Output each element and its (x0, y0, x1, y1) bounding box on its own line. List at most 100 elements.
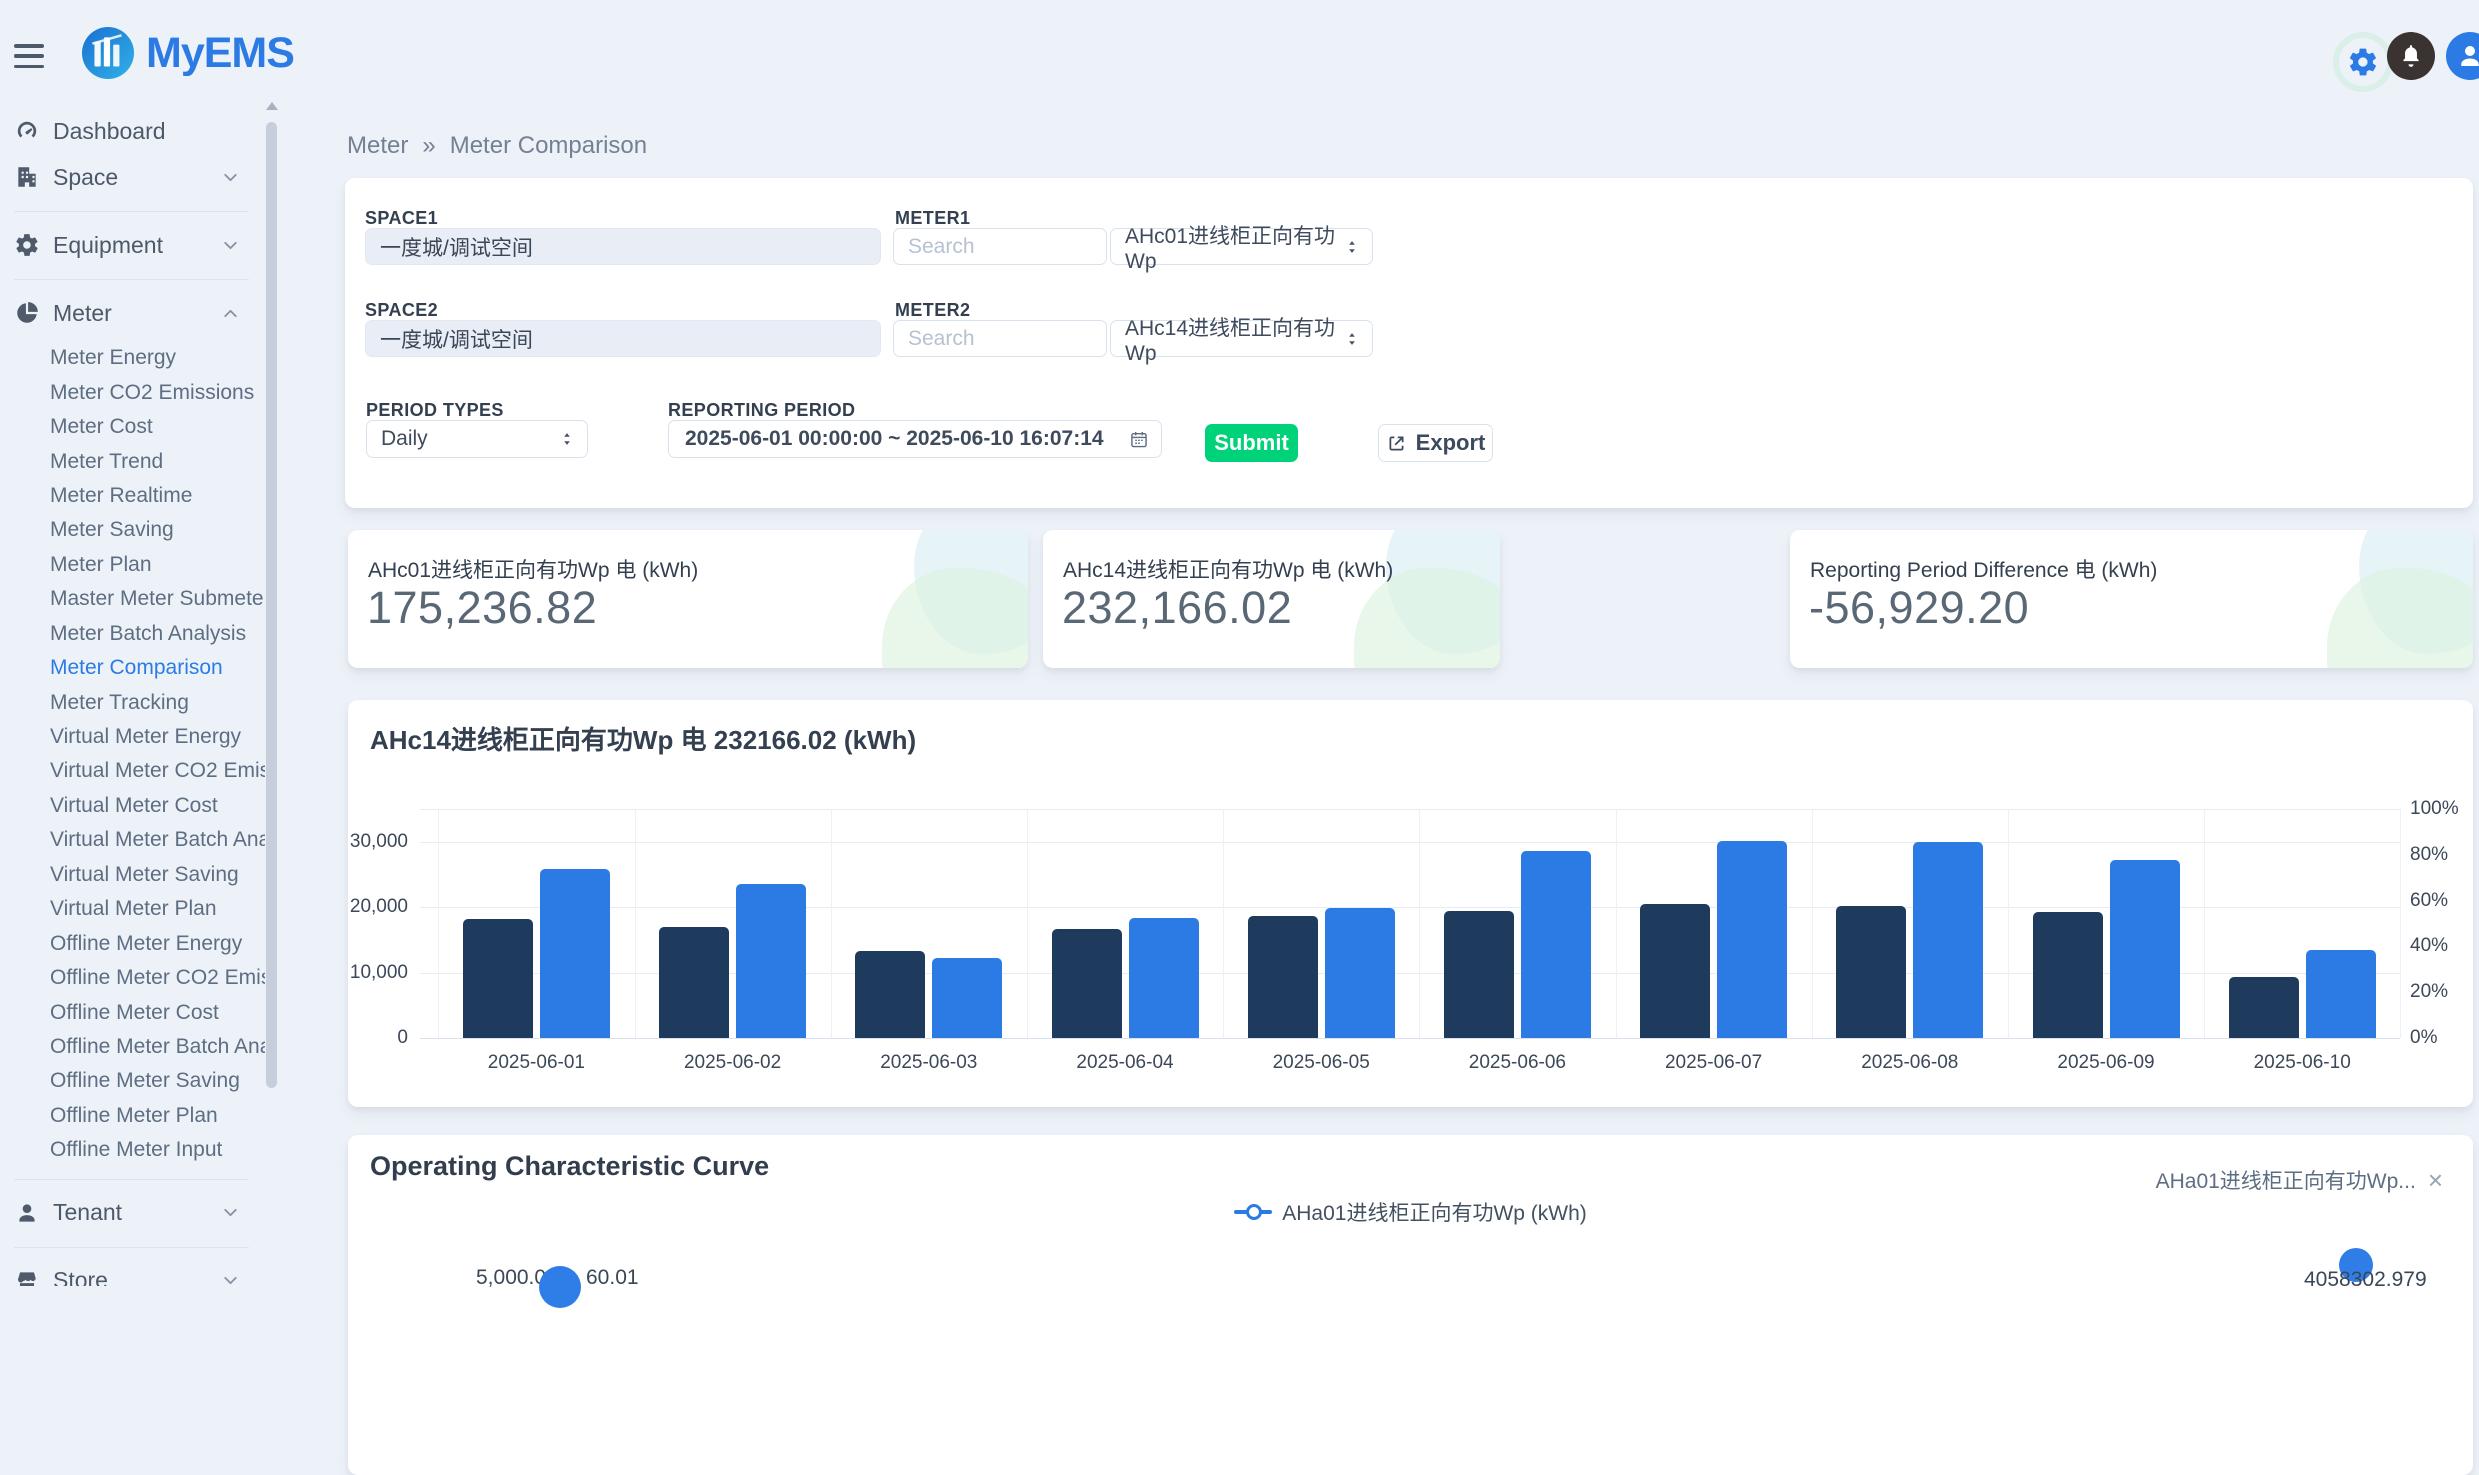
decorative-blob (2327, 568, 2473, 668)
calendar-icon[interactable] (1129, 428, 1149, 451)
gridline-v (2204, 809, 2205, 1038)
chevron-down-icon (220, 235, 241, 256)
sidebar-item-meter-cost[interactable]: Meter Cost (0, 410, 265, 444)
sidebar-item-meter-co2-emissions[interactable]: Meter CO2 Emissions (0, 375, 265, 409)
sidebar-item-offline-meter-input[interactable]: Offline Meter Input (0, 1133, 265, 1167)
notifications-button[interactable] (2387, 32, 2435, 80)
gridline-v (1616, 809, 1617, 1038)
close-icon[interactable]: × (2428, 1167, 2443, 1193)
sidebar-item-virtual-meter-plan[interactable]: Virtual Meter Plan (0, 892, 265, 926)
bar-chart-card: AHc14进线柜正向有功Wp 电 232166.02 (kWh) 010,000… (348, 700, 2473, 1107)
stat-card-3: Reporting Period Difference 电 (kWh)-56,9… (1790, 530, 2473, 668)
occ-series-tag[interactable]: AHa01进线柜正向有功Wp... × (2156, 1165, 2443, 1195)
sidebar-item-meter-comparison[interactable]: Meter Comparison (0, 651, 265, 685)
sidebar-divider (0, 1168, 265, 1190)
breadcrumb: Meter » Meter Comparison (347, 132, 647, 160)
space2-input[interactable] (365, 320, 881, 357)
y-axis-tick-label: 10,000 (348, 962, 408, 984)
occ-card: Operating Characteristic Curve AHa01进线柜正… (348, 1135, 2473, 1475)
sidebar-item-virtual-meter-co2-emission[interactable]: Virtual Meter CO2 Emission (0, 754, 265, 788)
logo[interactable]: MyEMS (82, 27, 294, 79)
logo-text: MyEMS (146, 29, 294, 78)
x-axis-label: 2025-06-02 (653, 1052, 813, 1074)
sidebar-item-label: Dashboard (53, 118, 166, 145)
x-axis-label: 2025-06-06 (1437, 1052, 1597, 1074)
avatar-person-icon (2455, 41, 2479, 71)
x-axis-label: 2025-06-01 (456, 1052, 616, 1074)
sidebar-item-virtual-meter-cost[interactable]: Virtual Meter Cost (0, 789, 265, 823)
bar-2025-06-05-series1 (1248, 916, 1318, 1038)
sidebar-item-offline-meter-co2-emission[interactable]: Offline Meter CO2 Emission (0, 961, 265, 995)
sidebar-item-equipment[interactable]: Equipment (0, 222, 265, 268)
gridline-v (1419, 809, 1420, 1038)
sidebar-item-meter-saving[interactable]: Meter Saving (0, 513, 265, 547)
gridline-h (420, 842, 2400, 843)
sidebar-item-meter-plan[interactable]: Meter Plan (0, 548, 265, 582)
bar-2025-06-05-series2 (1325, 908, 1395, 1038)
gridline-v (635, 809, 636, 1038)
hamburger-button[interactable] (14, 44, 44, 68)
sidebar-item-offline-meter-cost[interactable]: Offline Meter Cost (0, 995, 265, 1029)
settings-button[interactable] (2333, 32, 2393, 92)
meter2-search-input[interactable] (893, 320, 1107, 357)
user-avatar[interactable] (2446, 32, 2479, 80)
sidebar-item-label: Space (53, 164, 118, 191)
sidebar-item-offline-meter-saving[interactable]: Offline Meter Saving (0, 1064, 265, 1098)
data-point-dot (539, 1266, 581, 1308)
gear-icon (14, 232, 40, 258)
breadcrumb-meter-comparison[interactable]: Meter Comparison (450, 132, 647, 160)
sidebar-item-meter-realtime[interactable]: Meter Realtime (0, 479, 265, 513)
reporting-period-label: REPORTING PERIOD (668, 400, 855, 421)
sidebar-item-virtual-meter-saving[interactable]: Virtual Meter Saving (0, 858, 265, 892)
store-icon (14, 1268, 40, 1287)
breadcrumb-separator: » (422, 132, 435, 160)
period-types-select[interactable]: Daily (366, 420, 588, 458)
sidebar-item-offline-meter-batch-analysi[interactable]: Offline Meter Batch Analysi (0, 1030, 265, 1064)
reporting-period-input[interactable]: 2025-06-01 00:00:00 ~ 2025-06-10 16:07:1… (668, 420, 1162, 458)
sidebar-item-tenant[interactable]: Tenant (0, 1190, 265, 1236)
sidebar-item-offline-meter-plan[interactable]: Offline Meter Plan (0, 1099, 265, 1133)
chevron-down-icon (220, 167, 241, 188)
sidebar-item-virtual-meter-energy[interactable]: Virtual Meter Energy (0, 720, 265, 754)
x-axis-label: 2025-06-05 (1241, 1052, 1401, 1074)
stat-card-title: AHc14进线柜正向有功Wp 电 (kWh) (1063, 554, 1393, 584)
bar-2025-06-06-series2 (1521, 851, 1591, 1038)
bar-2025-06-01-series1 (463, 919, 533, 1038)
sidebar-item-meter-energy[interactable]: Meter Energy (0, 341, 265, 375)
occ-legend[interactable]: AHa01进线柜正向有功Wp (kWh) (348, 1197, 2473, 1227)
sidebar-item-meter-tracking[interactable]: Meter Tracking (0, 685, 265, 719)
y-axis-tick-label: 0 (348, 1027, 408, 1049)
breadcrumb-meter[interactable]: Meter (347, 132, 408, 160)
bar-2025-06-10-series1 (2229, 977, 2299, 1038)
select-updown-icon (1342, 329, 1362, 349)
gear-icon (2347, 46, 2379, 78)
bar-2025-06-02-series2 (736, 884, 806, 1038)
space1-input[interactable] (365, 228, 881, 265)
sidebar-item-dashboard[interactable]: Dashboard (0, 108, 265, 154)
sidebar-item-space[interactable]: Space (0, 154, 265, 200)
meter1-select[interactable]: AHc01进线柜正向有功Wp (1110, 228, 1373, 265)
bar-2025-06-08-series2 (1913, 842, 1983, 1038)
sidebar-item-offline-meter-energy[interactable]: Offline Meter Energy (0, 926, 265, 960)
stat-card-value: 175,236.82 (367, 582, 597, 634)
sidebar-item-meter[interactable]: Meter (0, 290, 265, 336)
sidebar-item-meter-batch-analysis[interactable]: Meter Batch Analysis (0, 617, 265, 651)
scroll-up-arrow-icon[interactable] (266, 102, 278, 110)
sidebar-scrollbar (265, 96, 279, 1286)
sidebar-item-master-meter-submeters-ba[interactable]: Master Meter Submeters Ba (0, 582, 265, 616)
bar-2025-06-07-series2 (1717, 841, 1787, 1038)
gridline-v (831, 809, 832, 1038)
y-axis-tick-label: 30,000 (348, 831, 408, 853)
person-icon (14, 1200, 40, 1226)
submit-button[interactable]: Submit (1205, 424, 1298, 462)
scrollbar-thumb[interactable] (266, 122, 277, 1088)
sidebar-item-store[interactable]: Store (0, 1258, 265, 1287)
bar-2025-06-06-series1 (1444, 911, 1514, 1038)
sidebar-item-meter-trend[interactable]: Meter Trend (0, 444, 265, 478)
sidebar-item-virtual-meter-batch-analysi[interactable]: Virtual Meter Batch Analysi (0, 823, 265, 857)
export-button[interactable]: Export (1378, 424, 1493, 462)
gridline-v (2008, 809, 2009, 1038)
meter1-search-input[interactable] (893, 228, 1107, 265)
meter2-select[interactable]: AHc14进线柜正向有功Wp (1110, 320, 1373, 357)
bar-2025-06-03-series2 (932, 958, 1002, 1038)
